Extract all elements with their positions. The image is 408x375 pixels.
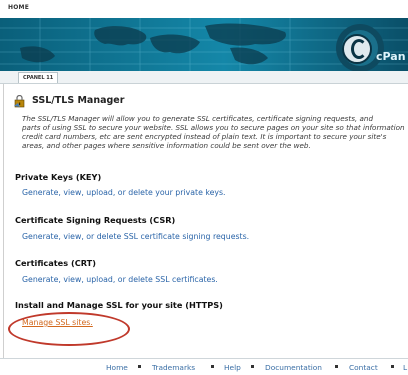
description-line: credit card numbers, etc are sent encryp… [22,132,387,141]
section-heading-csr: Certificate Signing Requests (CSR) [15,215,176,225]
footer-link-truncated[interactable]: L [403,363,407,372]
footer-link-help[interactable]: Help [224,363,241,372]
banner-brand-text: cPan [376,50,406,63]
certificates-link[interactable]: Generate, view, upload, or delete SSL ce… [22,275,218,284]
csr-link[interactable]: Generate, view, or delete SSL certificat… [22,232,249,241]
ssl-lock-icon [14,95,25,108]
footer-separator [251,365,254,368]
top-nav: HOME [0,0,408,19]
footer-link-contact[interactable]: Contact [349,363,378,372]
cpanel-logo-icon [342,34,372,64]
description-line: parts of using SSL to secure your websit… [22,123,405,132]
footer-separator [211,365,214,368]
footer-separator [138,365,141,368]
header-banner: cPan [0,18,408,71]
section-heading-private-keys: Private Keys (KEY) [15,172,102,182]
content-divider [3,84,4,358]
tab-strip: CPANEL 11 [0,71,408,84]
private-keys-link[interactable]: Generate, view, upload, or delete your p… [22,188,226,197]
tab-cpanel[interactable]: CPANEL 11 [18,72,59,83]
description-line: The SSL/TLS Manager will allow you to ge… [22,115,374,123]
section-heading-certificates: Certificates (CRT) [15,258,96,268]
highlight-annotation-oval [8,312,130,346]
home-nav-link[interactable]: HOME [8,4,29,11]
footer-link-home[interactable]: Home [106,363,128,372]
footer-nav: Home Trademarks Help Documentation Conta… [0,358,408,375]
page-description: The SSL/TLS Manager will allow you to ge… [22,115,408,151]
footer-link-trademarks[interactable]: Trademarks [152,363,195,372]
footer-separator [391,365,394,368]
footer-link-documentation[interactable]: Documentation [265,363,322,372]
footer-separator [335,365,338,368]
page-title: SSL/TLS Manager [32,95,125,106]
description-line: areas, and other pages where sensitive i… [22,141,311,150]
section-heading-https: Install and Manage SSL for your site (HT… [15,300,223,310]
